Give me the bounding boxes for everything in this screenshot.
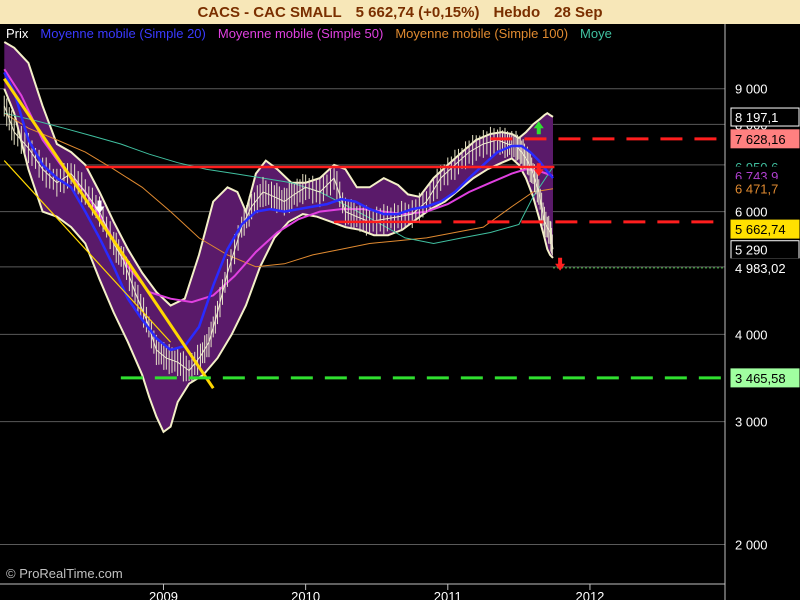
legend-entry[interactable]: Moyenne mobile (Simple 100) (395, 26, 568, 41)
chart-title-bar: CACS - CAC SMALL 5 662,74 (+0,15%) Hebdo… (0, 0, 800, 24)
watermark-label: © ProRealTime.com (6, 566, 123, 581)
legend-entry[interactable]: Prix (6, 26, 29, 41)
x-tick-label: 2010 (291, 589, 320, 600)
period-label: Hebdo (493, 3, 541, 21)
legend-mask (726, 24, 800, 41)
price-badge-label: 6 471,7 (735, 182, 778, 197)
y-tick-label: 9 000 (735, 82, 768, 97)
price-badge-label: 8 197,1 (735, 110, 778, 125)
date-label: 28 Sep (554, 3, 603, 21)
y-tick-label: 4 000 (735, 327, 768, 342)
price-chart[interactable]: 9 0008 0007 0006 0005 0004 0003 0002 000… (0, 24, 800, 600)
y-tick-label: 6 000 (735, 205, 768, 220)
legend-entry[interactable]: Moyenne mobile (Simple 50) (218, 26, 383, 41)
y-tick-label: 3 000 (735, 415, 768, 430)
price-badge-label: 5 662,74 (735, 222, 786, 237)
x-tick-label: 2009 (149, 589, 178, 600)
price-badge-label: 5 290 (735, 243, 768, 258)
x-tick-label: 2012 (575, 589, 604, 600)
price-badge-label: 4 983,02 (735, 261, 786, 276)
price-badge-label: 7 628,16 (735, 132, 786, 147)
price-change-label: 5 662,74 (+0,15%) (355, 3, 480, 21)
legend-entry[interactable]: Moye (580, 26, 612, 41)
price-badge-label: 3 465,58 (735, 371, 786, 386)
symbol-label: CACS - CAC SMALL (197, 3, 342, 21)
y-tick-label: 2 000 (735, 537, 768, 552)
x-tick-label: 2011 (434, 589, 462, 600)
legend-entry[interactable]: Moyenne mobile (Simple 20) (40, 26, 205, 41)
